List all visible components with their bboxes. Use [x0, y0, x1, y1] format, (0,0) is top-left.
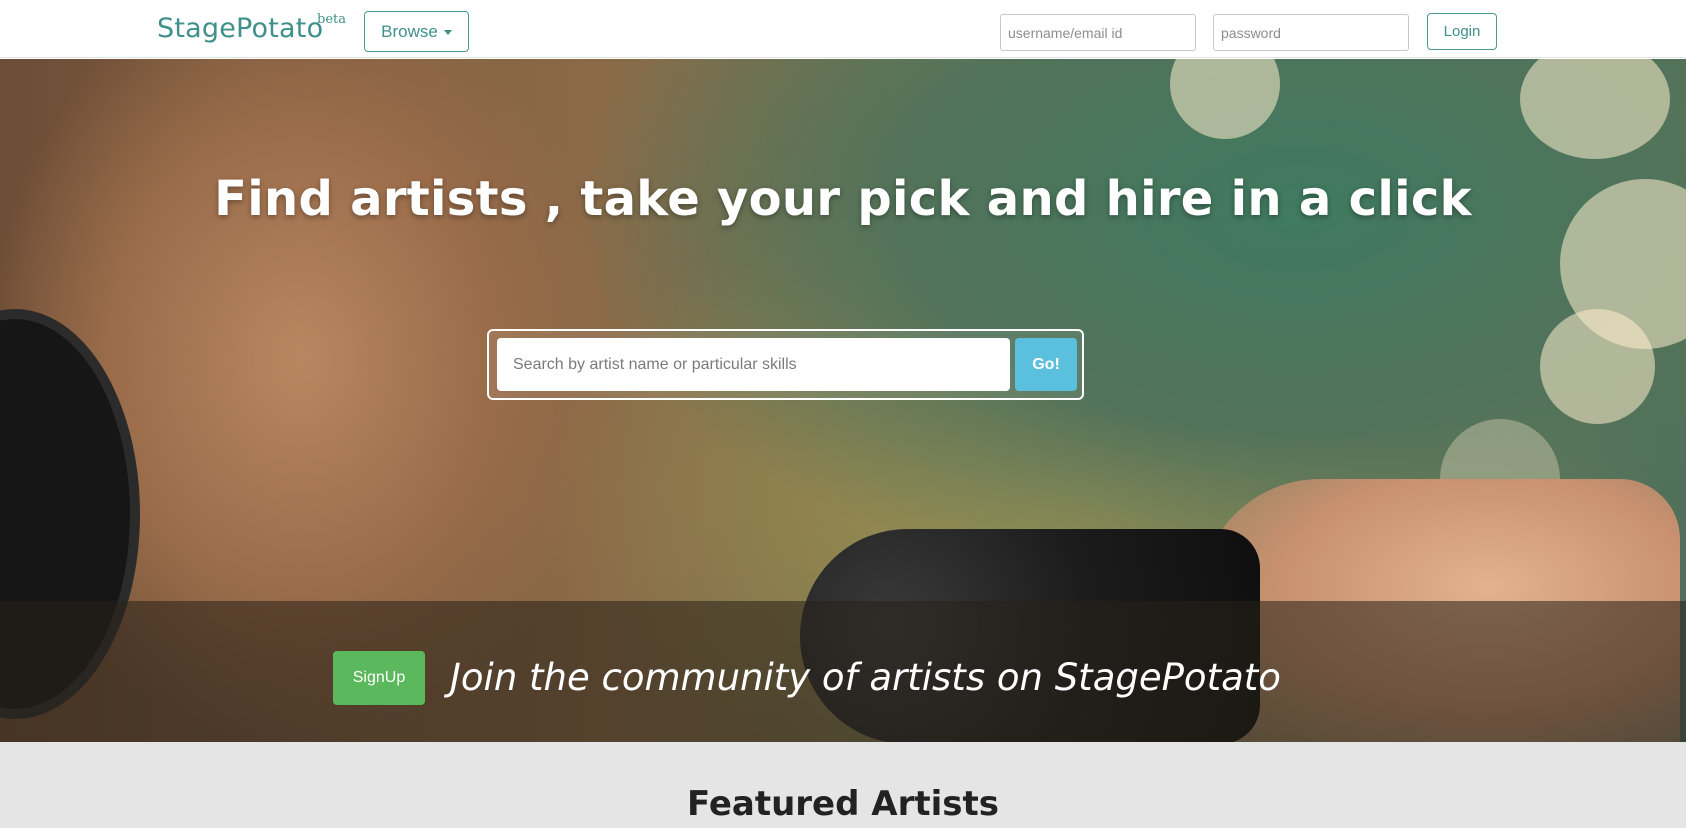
- hero-banner: Find artists , take your pick and hire i…: [0, 59, 1686, 742]
- browse-dropdown-button[interactable]: Browse: [364, 11, 469, 52]
- brand-logo[interactable]: StagePotato: [157, 13, 323, 44]
- featured-section: Featured Artists: [0, 742, 1686, 828]
- login-button[interactable]: Login: [1427, 13, 1497, 50]
- join-tagline: Join the community of artists on StagePo…: [450, 656, 1281, 699]
- bokeh-light: [1540, 309, 1655, 424]
- password-field[interactable]: [1213, 14, 1409, 51]
- featured-title: Featured Artists: [686, 784, 1000, 824]
- username-field[interactable]: [1000, 14, 1196, 51]
- search-box: Go!: [487, 329, 1084, 400]
- beta-badge: beta: [317, 12, 346, 27]
- bokeh-light: [1170, 59, 1280, 139]
- signup-button[interactable]: SignUp: [333, 651, 425, 705]
- hero-headline: Find artists , take your pick and hire i…: [214, 171, 1472, 227]
- artist-search-input[interactable]: [497, 338, 1010, 391]
- top-navbar: StagePotato beta Browse Login: [0, 0, 1686, 58]
- search-go-button[interactable]: Go!: [1015, 338, 1077, 391]
- chevron-down-icon: [443, 30, 452, 35]
- bokeh-light: [1520, 59, 1670, 159]
- browse-label: Browse: [381, 21, 438, 41]
